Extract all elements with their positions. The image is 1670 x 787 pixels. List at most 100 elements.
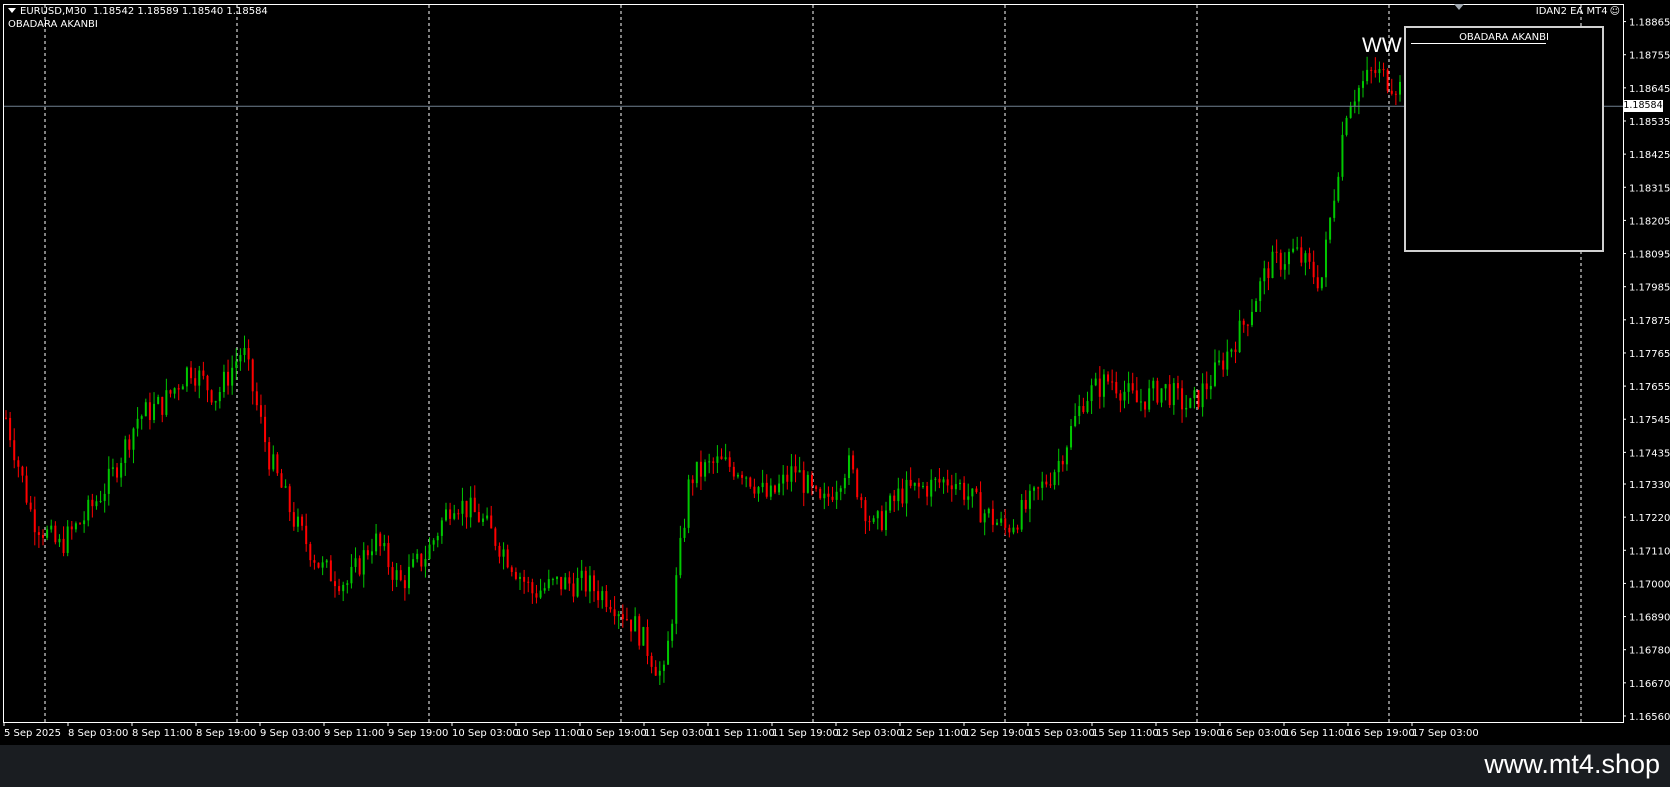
expert-advisor-label[interactable]: IDAN2 EA MT4 ☺ bbox=[1536, 6, 1620, 18]
overlay-ww-text: WW bbox=[1362, 34, 1402, 57]
candle-body bbox=[87, 499, 90, 521]
candle-body bbox=[338, 586, 341, 592]
candle-body bbox=[1020, 499, 1023, 530]
price-axis[interactable]: 1.18865 1.18755 1.18645 1.18535 1.18425 1.183… bbox=[1623, 18, 1670, 723]
candle-body bbox=[148, 402, 151, 420]
candle-body bbox=[58, 538, 61, 543]
candle-body bbox=[461, 500, 464, 514]
candle-body bbox=[144, 402, 147, 417]
candle-body bbox=[547, 579, 550, 589]
candle-body bbox=[967, 496, 970, 500]
candle-body bbox=[959, 482, 962, 485]
candle-body bbox=[21, 466, 24, 476]
candle-body bbox=[646, 627, 649, 656]
candle-body bbox=[453, 513, 456, 519]
candle-body bbox=[444, 509, 447, 521]
price-tick-label: 1.17985 bbox=[1629, 283, 1670, 294]
candle-body bbox=[235, 361, 238, 368]
candle-body bbox=[1065, 447, 1068, 465]
candle-body bbox=[1279, 252, 1282, 270]
candle-body bbox=[5, 417, 7, 419]
chart-shift-marker-icon[interactable] bbox=[1454, 4, 1464, 10]
candle-body bbox=[1000, 518, 1003, 523]
candle-body bbox=[1341, 134, 1344, 177]
current-price-label: 1.18584 bbox=[1623, 100, 1663, 113]
candle-body bbox=[938, 478, 941, 483]
candle-body bbox=[136, 418, 139, 429]
candle-body bbox=[1176, 383, 1179, 389]
candle-body bbox=[996, 522, 999, 525]
candle-body bbox=[683, 527, 686, 538]
candle-body bbox=[1283, 264, 1286, 270]
candle-body bbox=[662, 664, 665, 671]
candle-body bbox=[954, 484, 957, 490]
candle-body bbox=[613, 609, 616, 617]
candle-body bbox=[1263, 268, 1266, 282]
ea-label-text: IDAN2 EA MT4 bbox=[1535, 6, 1608, 17]
candle-body bbox=[539, 590, 542, 598]
price-tick-label: 1.18535 bbox=[1629, 117, 1670, 128]
candle-body bbox=[634, 616, 637, 632]
watermark-text: www.mt4.shop bbox=[1484, 749, 1660, 779]
candle-body bbox=[506, 549, 509, 568]
candle-body bbox=[917, 482, 920, 487]
price-tick-label: 1.17435 bbox=[1629, 448, 1670, 459]
candle-body bbox=[391, 567, 394, 580]
panel-title-underline bbox=[1411, 43, 1546, 44]
candle-body bbox=[761, 482, 764, 488]
time-tick-label: 15 Sep 19:00 bbox=[1156, 728, 1223, 739]
candle-body bbox=[901, 488, 904, 504]
price-tick-label: 1.18865 bbox=[1629, 18, 1670, 29]
price-tick-label: 1.17875 bbox=[1629, 316, 1670, 327]
candle-body bbox=[370, 551, 373, 556]
chart-window[interactable]: 1.18865 1.18755 1.18645 1.18535 1.18425 1.183… bbox=[0, 0, 1670, 745]
candle-body bbox=[153, 403, 156, 420]
candle-body bbox=[321, 562, 324, 568]
candle-body bbox=[531, 582, 534, 594]
ea-info-panel[interactable]: OBADARA AKANBI bbox=[1404, 26, 1604, 252]
candle-body bbox=[588, 575, 591, 592]
price-tick-label: 1.18755 bbox=[1629, 51, 1670, 62]
symbol-info-text: EURUSD,M30 1.18542 1.18589 1.18540 1.185… bbox=[20, 6, 268, 17]
candle-body bbox=[872, 518, 875, 522]
candle-body bbox=[1386, 69, 1389, 91]
candle-body bbox=[1238, 320, 1241, 353]
candle-body bbox=[202, 370, 205, 376]
candle-body bbox=[1111, 381, 1114, 383]
candle-body bbox=[111, 467, 114, 469]
time-tick-label: 16 Sep 19:00 bbox=[1348, 728, 1415, 739]
candle-body bbox=[716, 456, 719, 463]
candle-body bbox=[741, 474, 744, 478]
candle-body bbox=[1115, 381, 1118, 394]
candle-body bbox=[1361, 81, 1364, 88]
time-axis[interactable]: 5 Sep 2025 8 Sep 03:00 8 Sep 11:00 8 Sep 19… bbox=[3, 722, 1479, 739]
candle-body bbox=[17, 460, 20, 467]
candle-body bbox=[1094, 378, 1097, 386]
candle-body bbox=[1037, 487, 1040, 489]
candle-body bbox=[786, 474, 789, 482]
candle-body bbox=[905, 479, 908, 504]
candle-body bbox=[288, 486, 291, 513]
candle-body bbox=[177, 388, 180, 390]
candle-body bbox=[116, 467, 119, 478]
candle-body bbox=[778, 483, 781, 493]
chart-border bbox=[3, 4, 1624, 723]
candle-body bbox=[1275, 251, 1278, 253]
smiley-face-icon[interactable]: ☺ bbox=[1610, 6, 1620, 17]
candle-body bbox=[642, 627, 645, 646]
candle-body bbox=[247, 348, 250, 360]
candle-body bbox=[362, 550, 365, 575]
candle-body bbox=[502, 549, 505, 557]
candle-body bbox=[1242, 320, 1245, 325]
candle-body bbox=[576, 577, 579, 597]
dropdown-triangle-icon[interactable] bbox=[8, 8, 16, 13]
candle-body bbox=[695, 461, 698, 484]
candle-body bbox=[296, 516, 299, 527]
candle-body bbox=[50, 525, 53, 530]
candle-body bbox=[276, 454, 279, 474]
candle-body bbox=[494, 528, 497, 546]
candle-body bbox=[128, 439, 131, 450]
candle-body bbox=[91, 499, 94, 507]
candle-body bbox=[1102, 374, 1105, 397]
candle-body bbox=[157, 396, 160, 404]
